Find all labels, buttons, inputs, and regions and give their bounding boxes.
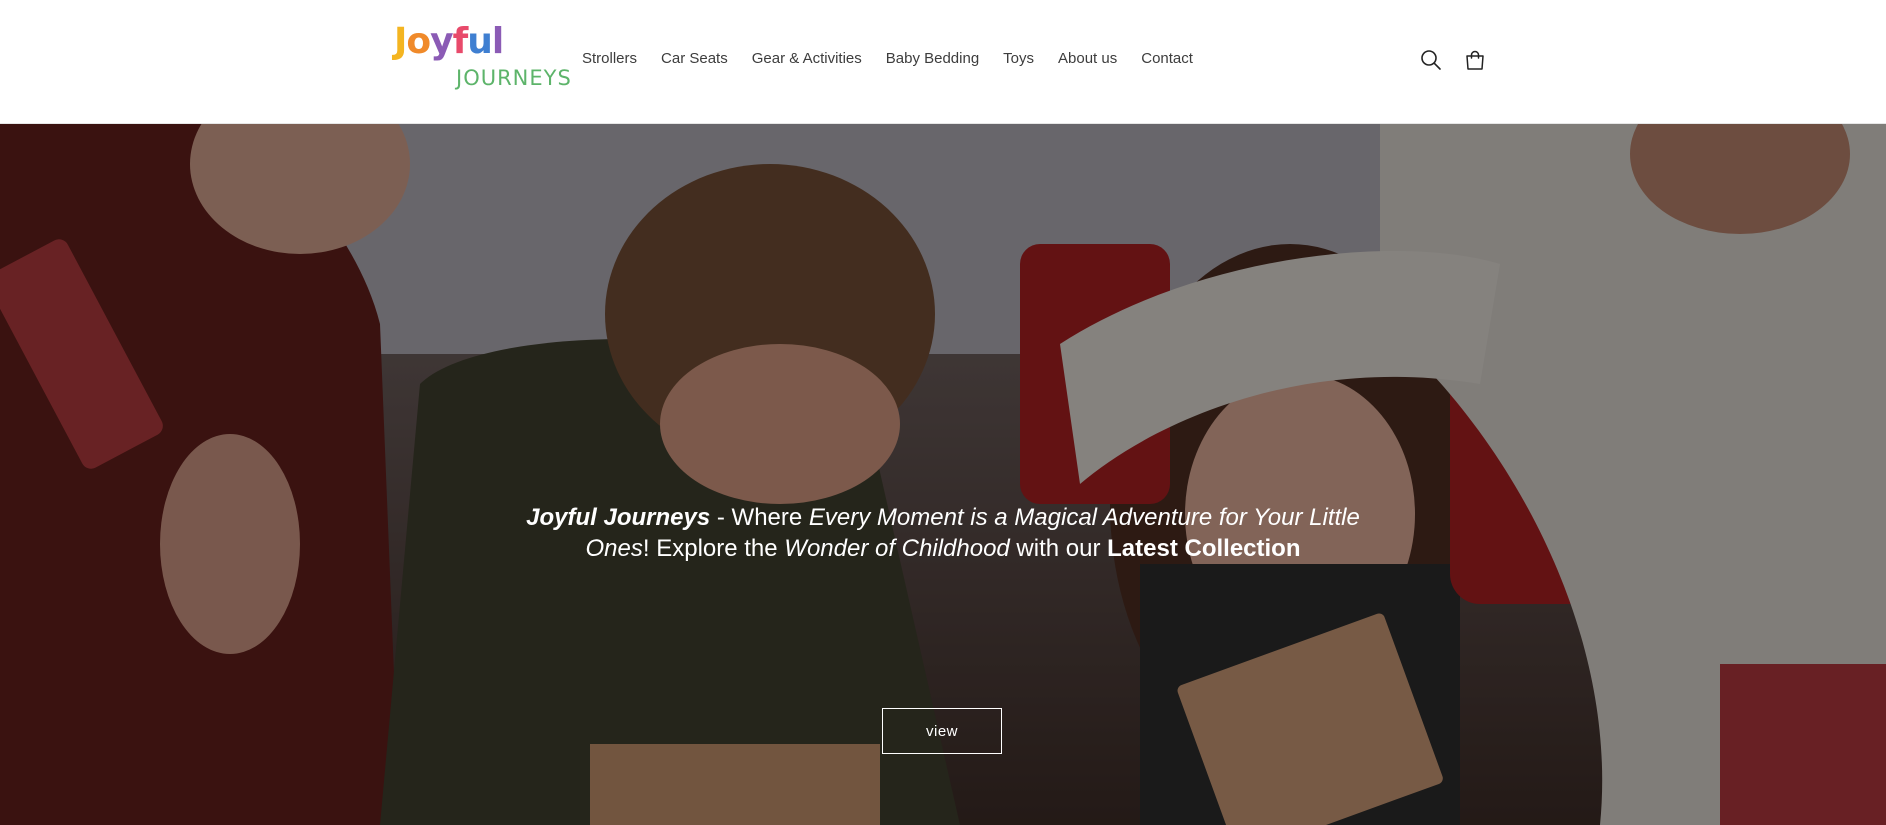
logo-letter: J [394, 21, 407, 62]
cart-icon [1466, 50, 1484, 70]
logo-letter: f [452, 21, 469, 62]
nav-item-contact[interactable]: Contact [1129, 48, 1205, 70]
hero-text-part: ! Explore the [642, 535, 785, 562]
hero-text-part: - Where [710, 504, 809, 531]
nav-item-toys[interactable]: Toys [991, 48, 1046, 70]
nav-item-about-us[interactable]: About us [1046, 48, 1129, 70]
nav-item-strollers[interactable]: Strollers [570, 48, 649, 70]
logo-subtitle: JOURNEYS [456, 66, 572, 90]
main-nav: Strollers Car Seats Gear & Activities Ba… [570, 48, 1205, 70]
cart-button[interactable] [1459, 44, 1491, 76]
search-icon [1421, 50, 1441, 70]
view-button[interactable]: view [882, 708, 1002, 754]
hero-text-part: with our [1009, 535, 1108, 562]
nav-item-baby-bedding[interactable]: Baby Bedding [874, 48, 991, 70]
logo-letter: o [406, 21, 431, 62]
nav-item-car-seats[interactable]: Car Seats [649, 48, 740, 70]
brand-logo[interactable]: Joyful JOURNEYS [394, 21, 571, 96]
search-button[interactable] [1415, 44, 1447, 76]
hero-strong: Latest Collection [1107, 535, 1301, 562]
logo-letter: u [467, 21, 493, 62]
logo-wordmark: Joyful [394, 21, 504, 62]
hero-headline: Joyful Journeys - Where Every Moment is … [520, 502, 1366, 564]
hero-emphasis: Wonder of Childhood [784, 535, 1010, 562]
logo-letter: l [491, 21, 504, 62]
logo-letter: y [430, 21, 453, 62]
site-header: Joyful JOURNEYS Strollers Car Seats Gear… [0, 0, 1886, 124]
hero-brand: Joyful Journeys [526, 504, 711, 531]
nav-item-gear-activities[interactable]: Gear & Activities [740, 48, 874, 70]
